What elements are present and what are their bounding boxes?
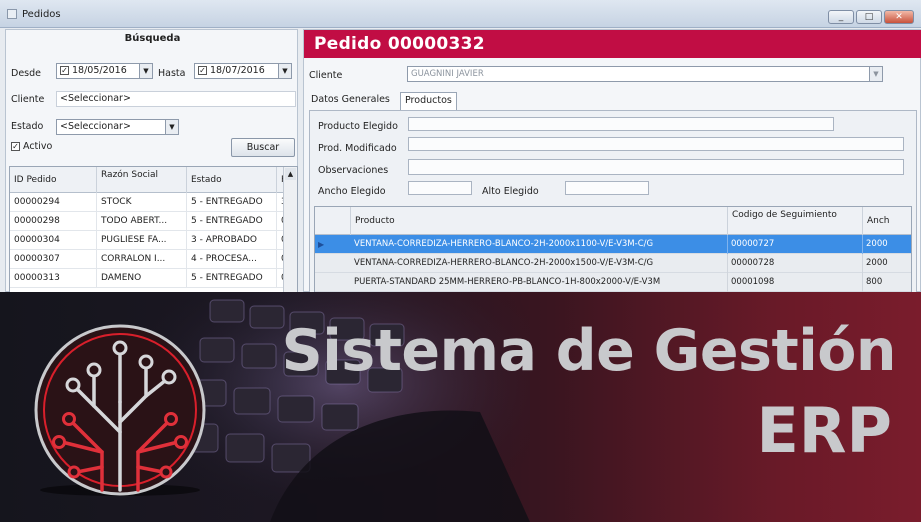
tab-datos-generales[interactable]: Datos Generales [307,92,394,110]
cell-estado: 5 - ENTREGADO [187,269,277,288]
hasta-date-picker[interactable]: ✓ 18/07/2016 ▼ [194,63,292,79]
desde-value: 18/05/2016 [72,65,127,76]
column-header-id[interactable]: ID Pedido [10,167,97,193]
observaciones-label: Observaciones [318,165,389,176]
cliente-select[interactable]: <Seleccionar> [56,91,296,107]
desde-checkbox[interactable]: ✓ [60,66,69,75]
cell-producto: VENTANA-CORREDIZA-HERRERO-BLANCO-2H-2000… [351,254,728,273]
ancho-elegido-label: Ancho Elegido [318,186,386,197]
cell-producto: PUERTA-STANDARD 25MM-HERRERO-PB-BLANCO-1… [351,273,728,292]
cell-razon: TODO ABERT... [97,212,187,231]
cell-razon: STOCK [97,193,187,212]
cell-ancho: 800 [863,273,911,292]
order-header: Pedido 00000332 [304,30,921,58]
observaciones-field[interactable] [408,159,904,175]
table-row[interactable]: 00000294 STOCK 5 - ENTREGADO 3 [10,193,297,212]
products-table: Producto Codigo de Seguimiento Anch ▶ VE… [314,206,912,292]
hasta-checkbox[interactable]: ✓ [198,66,207,75]
cell-codigo: 00001098 [728,273,863,292]
chevron-down-icon[interactable]: ▼ [139,64,152,78]
table-row[interactable]: 00000307 CORRALON I... 4 - PROCESA... 0 [10,250,297,269]
scroll-up-icon[interactable]: ▲ [285,168,296,180]
banner-title: Sistema de Gestión [281,318,897,384]
hasta-value: 18/07/2016 [210,65,265,76]
column-header-razon[interactable]: Razón Social [97,167,187,193]
ancho-elegido-field[interactable] [408,181,472,195]
orders-table-header: ID Pedido Razón Social Estado F [10,167,297,193]
window-title: Pedidos [22,9,61,20]
activo-checkbox-row[interactable]: ✓ Activo [11,141,52,152]
producto-elegido-label: Producto Elegido [318,121,398,132]
estado-value: <Seleccionar> [60,121,131,132]
search-panel: Búsqueda Desde ✓ 18/05/2016 ▼ Hasta ✓ 18/0… [5,29,298,292]
column-header-ancho[interactable]: Anch [863,207,911,235]
promo-banner: Sistema de Gestión ERP [0,292,921,522]
circuit-tree-icon [34,324,206,496]
row-header-corner [315,207,351,235]
cell-estado: 4 - PROCESA... [187,250,277,269]
vertical-scrollbar[interactable]: ▲ [283,167,297,292]
order-cliente-select[interactable]: GUAGNINI JAVIER ▼ [407,66,883,82]
table-row[interactable]: 00000304 PUGLIESE FA... 3 - APROBADO 0 [10,231,297,250]
row-selector-icon: ▶ [318,240,325,249]
cell-razon: DAMENO [97,269,187,288]
table-row[interactable]: 00000298 TODO ABERT... 5 - ENTREGADO 0 [10,212,297,231]
table-row[interactable]: VENTANA-CORREDIZA-HERRERO-BLANCO-2H-2000… [315,254,911,273]
cell-id: 00000304 [10,231,97,250]
cell-razon: CORRALON I... [97,250,187,269]
column-header-estado[interactable]: Estado [187,167,277,193]
buscar-button[interactable]: Buscar [231,138,295,157]
close-button[interactable]: ✕ [884,10,914,24]
productos-tab-panel: Producto Elegido Prod. Modificado Observ… [309,110,917,292]
table-row-selected[interactable]: ▶ VENTANA-CORREDIZA-HERRERO-BLANCO-2H-20… [315,235,911,254]
table-row[interactable]: 00000313 DAMENO 5 - ENTREGADO 0 [10,269,297,288]
alto-elegido-label: Alto Elegido [482,186,539,197]
cell-estado: 5 - ENTREGADO [187,212,277,231]
products-table-header: Producto Codigo de Seguimiento Anch [315,207,911,235]
cliente-label: Cliente [11,94,45,105]
chevron-down-icon[interactable]: ▼ [165,120,178,134]
order-panel: Pedido 00000332 Cliente GUAGNINI JAVIER … [303,29,921,292]
order-title: Pedido 00000332 [314,34,485,54]
search-heading: Búsqueda [124,33,181,44]
column-header-producto[interactable]: Producto [351,207,728,235]
activo-checkbox[interactable]: ✓ [11,142,20,151]
prod-modificado-label: Prod. Modificado [318,143,397,154]
hasta-label: Hasta [158,68,186,79]
alto-elegido-field[interactable] [565,181,649,195]
cell-razon: PUGLIESE FA... [97,231,187,250]
chevron-down-icon[interactable]: ▼ [278,64,291,78]
activo-label: Activo [23,141,53,152]
desde-date-picker[interactable]: ✓ 18/05/2016 ▼ [56,63,153,79]
title-bar: Pedidos _ □ ✕ [0,0,921,28]
maximize-button[interactable]: □ [856,10,882,24]
cell-ancho: 2000 [863,235,911,254]
cell-ancho: 2000 [863,254,911,273]
cell-producto: VENTANA-CORREDIZA-HERRERO-BLANCO-2H-2000… [351,235,728,254]
cell-id: 00000307 [10,250,97,269]
cell-id: 00000298 [10,212,97,231]
column-header-codigo[interactable]: Codigo de Seguimiento [728,207,863,235]
pedidos-window: Pedidos _ □ ✕ Búsqueda Desde ✓ 18/05/2016… [0,0,921,292]
producto-elegido-field[interactable] [408,117,834,131]
prod-modificado-field[interactable] [408,137,904,151]
table-row[interactable]: PUERTA-STANDARD 25MM-HERRERO-PB-BLANCO-1… [315,273,911,292]
app-icon [7,9,17,19]
cell-id: 00000294 [10,193,97,212]
estado-select[interactable]: <Seleccionar> ▼ [56,119,179,135]
cell-estado: 3 - APROBADO [187,231,277,250]
cell-codigo: 00000728 [728,254,863,273]
order-cliente-value: GUAGNINI JAVIER [411,69,484,79]
chevron-down-icon[interactable]: ▼ [869,67,882,81]
cell-codigo: 00000727 [728,235,863,254]
orders-table: ID Pedido Razón Social Estado F 00000294… [9,166,298,292]
estado-label: Estado [11,121,44,132]
order-cliente-label: Cliente [309,70,343,81]
tab-productos[interactable]: Productos [400,92,457,110]
desde-label: Desde [11,68,41,79]
minimize-button[interactable]: _ [828,10,854,24]
cell-estado: 5 - ENTREGADO [187,193,277,212]
banner-subtitle: ERP [756,394,892,467]
cell-id: 00000313 [10,269,97,288]
